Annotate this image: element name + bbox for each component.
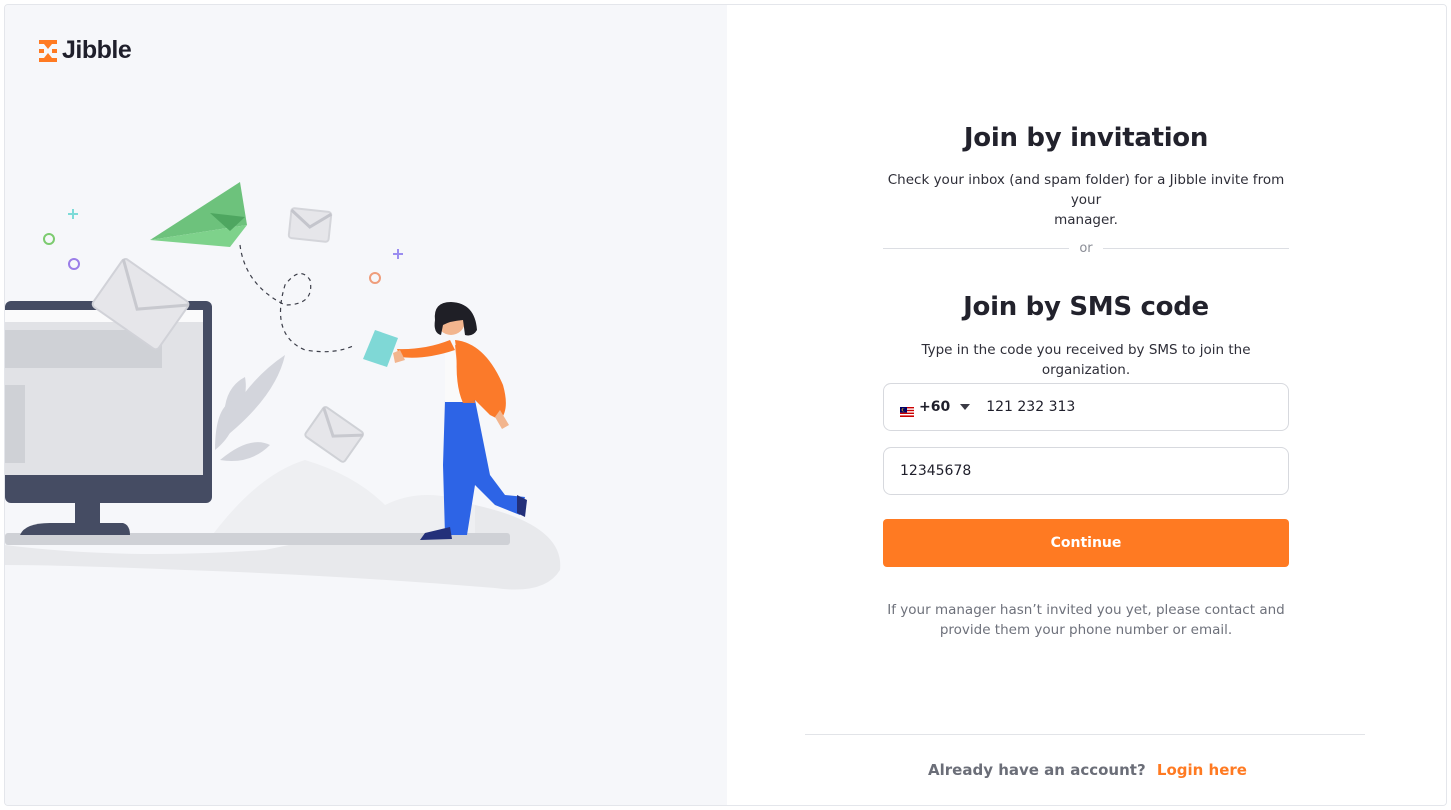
or-divider: or xyxy=(883,239,1289,257)
form-panel: Join by invitation Check your inbox (and… xyxy=(727,5,1446,805)
malaysia-flag-icon xyxy=(900,402,914,417)
divider-line-left xyxy=(883,247,1070,249)
help-note-line2: provide them your phone number or email. xyxy=(939,622,1233,638)
help-note-line1: If your manager hasn’t invited you yet, … xyxy=(887,602,1285,618)
help-note: If your manager hasn’t invited you yet, … xyxy=(883,600,1289,640)
invitation-title: Join by invitation xyxy=(963,123,1209,153)
footer: Already have an account? Login here xyxy=(727,761,1446,779)
phone-input[interactable]: 121 232 313 xyxy=(986,399,1075,415)
country-dial-code[interactable]: +60 xyxy=(919,399,950,415)
login-link[interactable]: Login here xyxy=(1157,761,1247,779)
footer-question: Already have an account? xyxy=(928,761,1146,779)
divider-label: or xyxy=(1079,240,1093,256)
continue-button[interactable]: Continue xyxy=(883,519,1289,567)
jibble-logo-icon xyxy=(39,39,57,62)
app-window: Jibble Join by invitation Check your inb… xyxy=(4,4,1447,806)
chevron-down-icon[interactable] xyxy=(960,404,971,410)
phone-number-field[interactable]: +60 121 232 313 xyxy=(883,383,1289,431)
invitation-illustration xyxy=(5,182,561,590)
divider-line-right xyxy=(1102,247,1289,249)
invitation-subtitle-line2: manager. xyxy=(1054,212,1118,228)
invitation-subtitle: Check your inbox (and spam folder) for a… xyxy=(883,170,1289,230)
footer-divider xyxy=(805,734,1365,735)
logo-text: Jibble xyxy=(62,36,132,64)
invitation-subtitle-line1: Check your inbox (and spam folder) for a… xyxy=(887,172,1285,208)
sms-subtitle: Type in the code you received by SMS to … xyxy=(921,342,1251,378)
sms-code-input[interactable]: 12345678 xyxy=(883,447,1289,495)
illustration-panel: Jibble xyxy=(5,5,727,805)
sms-title: Join by SMS code xyxy=(963,292,1209,322)
jibble-logo[interactable]: Jibble xyxy=(37,36,132,65)
